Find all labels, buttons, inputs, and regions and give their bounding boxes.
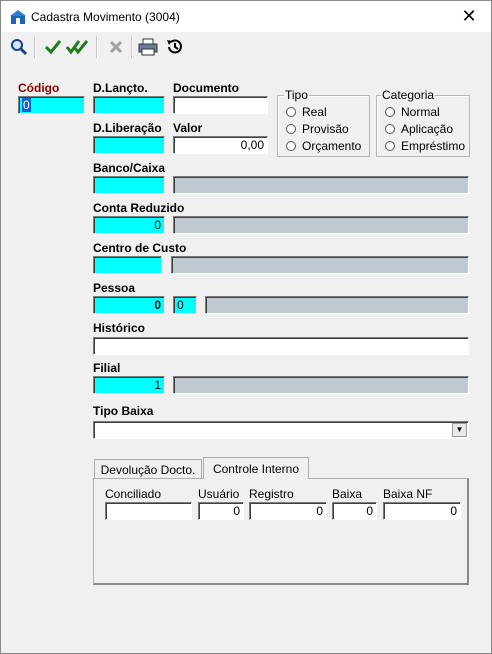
tipo-option-label: Provisão — [302, 122, 349, 136]
cancel-button[interactable] — [105, 37, 127, 57]
close-button[interactable]: ✕ — [447, 1, 491, 32]
registro-label: Registro — [249, 487, 294, 501]
toolbar-separator — [96, 36, 98, 58]
radio-icon — [385, 107, 395, 117]
search-icon — [11, 39, 28, 56]
centro-custo-label: Centro de Custo — [93, 241, 187, 255]
usuario-label: Usuário — [198, 487, 240, 501]
tipo-baixa-select[interactable]: ▼ — [93, 421, 469, 439]
d-liberacao-label: D.Liberação — [93, 121, 162, 135]
close-icon: ✕ — [461, 6, 477, 26]
categoria-option-label: Normal — [401, 105, 440, 119]
pessoa-field[interactable]: 0 — [93, 296, 165, 314]
baixa-nf-label: Baixa NF — [383, 487, 433, 501]
filial-description — [173, 376, 469, 394]
documento-label: Documento — [173, 81, 239, 95]
filial-label: Filial — [93, 361, 121, 375]
radio-icon — [286, 141, 296, 151]
confirm-all-button[interactable] — [66, 37, 88, 57]
title-bar: Cadastra Movimento (3004) ✕ — [1, 1, 491, 32]
radio-icon — [385, 141, 395, 151]
controle-interno-panel: Conciliado Usuário 0 Registro 0 Baixa 0 … — [93, 478, 469, 585]
check-icon — [44, 40, 62, 55]
toolbar-separator — [34, 36, 36, 58]
tipo-option-orcamento[interactable]: Orçamento — [286, 139, 361, 153]
tipo-baixa-label: Tipo Baixa — [93, 404, 154, 418]
codigo-label: Código — [18, 81, 60, 95]
tipo-option-real[interactable]: Real — [286, 105, 327, 119]
radio-icon — [286, 124, 296, 134]
historico-field[interactable] — [93, 337, 469, 355]
categoria-option-label: Empréstimo — [401, 139, 466, 153]
banco-caixa-description — [173, 176, 469, 194]
categoria-option-emprestimo[interactable]: Empréstimo — [385, 139, 465, 153]
history-icon — [167, 39, 182, 54]
tipo-option-label: Orçamento — [302, 139, 362, 153]
window-title: Cadastra Movimento (3004) — [31, 10, 180, 24]
historico-label: Histórico — [93, 321, 146, 335]
conciliado-label: Conciliado — [105, 487, 162, 501]
x-icon — [109, 40, 123, 54]
banco-caixa-label: Banco/Caixa — [93, 161, 166, 175]
tipo-group: Tipo Real Provisão Orçamento — [277, 88, 370, 157]
banco-caixa-field[interactable] — [93, 176, 165, 194]
tab-controle-interno[interactable]: Controle Interno — [203, 457, 309, 479]
codigo-value: 0 — [22, 98, 31, 112]
baixa-nf-field[interactable]: 0 — [383, 502, 461, 520]
pessoa-sub-field[interactable]: 0 — [173, 296, 197, 314]
printer-icon — [138, 38, 158, 56]
history-button[interactable] — [164, 37, 186, 57]
valor-field[interactable]: 0,00 — [173, 136, 268, 154]
centro-custo-description — [171, 256, 469, 274]
tipo-option-provisao[interactable]: Provisão — [286, 122, 349, 136]
conta-reduzido-description — [173, 216, 469, 234]
radio-icon — [385, 124, 395, 134]
toolbar — [1, 33, 491, 61]
conta-reduzido-field[interactable]: 0 — [93, 216, 165, 234]
d-lancto-label: D.Lançto. — [93, 81, 148, 95]
categoria-group-title: Categoria — [381, 88, 436, 102]
conta-reduzido-label: Conta Reduzido — [93, 201, 185, 215]
d-lancto-field[interactable] — [93, 96, 165, 114]
categoria-option-aplicacao[interactable]: Aplicação — [385, 122, 453, 136]
app-icon — [10, 10, 26, 24]
registro-field[interactable]: 0 — [249, 502, 327, 520]
toolbar-separator — [131, 36, 133, 58]
radio-icon — [286, 107, 296, 117]
d-liberacao-field[interactable] — [93, 136, 165, 154]
categoria-group: Categoria Normal Aplicação Empréstimo — [376, 88, 470, 157]
baixa-field[interactable]: 0 — [332, 502, 377, 520]
dropdown-arrow-icon[interactable]: ▼ — [452, 423, 467, 437]
pessoa-description — [205, 296, 469, 314]
conciliado-field[interactable] — [105, 502, 192, 520]
categoria-option-label: Aplicação — [401, 122, 454, 136]
print-button[interactable] — [137, 37, 159, 57]
valor-label: Valor — [173, 121, 203, 135]
window: Cadastra Movimento (3004) ✕ Código 0 D.L… — [0, 0, 492, 654]
categoria-option-normal[interactable]: Normal — [385, 105, 440, 119]
pessoa-label: Pessoa — [93, 281, 136, 295]
filial-field[interactable]: 1 — [93, 376, 165, 394]
search-button[interactable] — [8, 37, 30, 57]
confirm-button[interactable] — [42, 37, 64, 57]
documento-field[interactable] — [173, 96, 268, 114]
centro-custo-field[interactable] — [93, 256, 162, 274]
tipo-option-label: Real — [302, 105, 327, 119]
baixa-label: Baixa — [332, 487, 363, 501]
double-check-icon — [66, 40, 88, 55]
tipo-group-title: Tipo — [284, 88, 309, 102]
codigo-field[interactable]: 0 — [18, 96, 85, 114]
usuario-field[interactable]: 0 — [198, 502, 244, 520]
tab-devolucao-docto[interactable]: Devolução Docto. — [94, 459, 202, 479]
